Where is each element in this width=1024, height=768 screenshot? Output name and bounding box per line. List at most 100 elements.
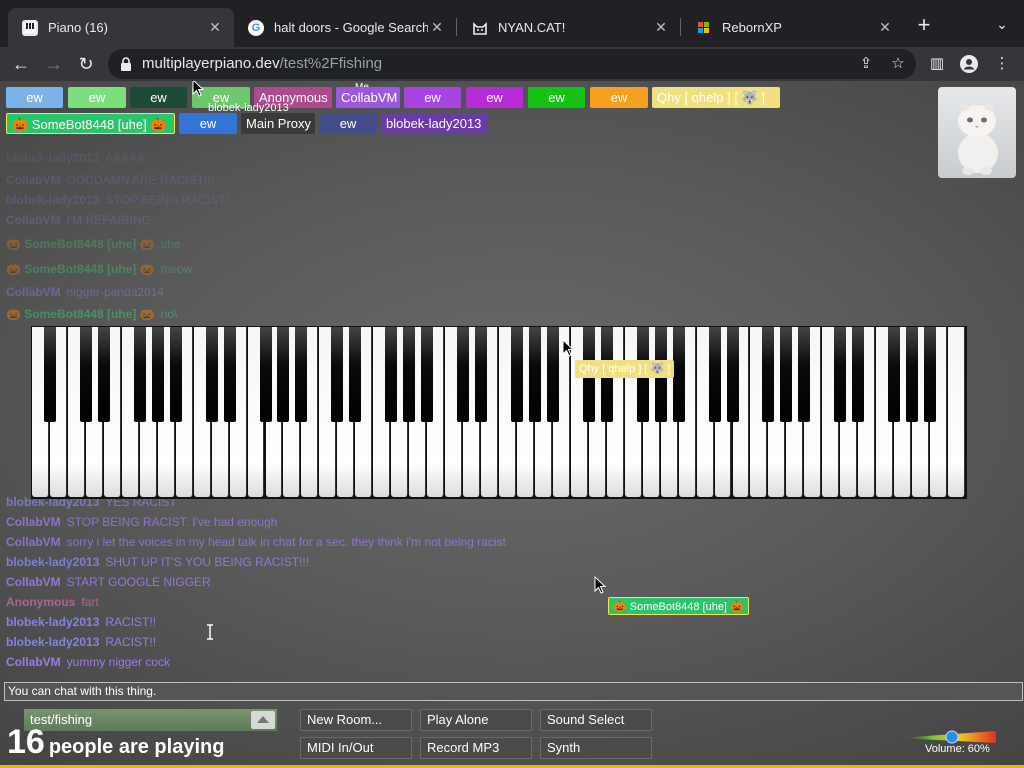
piano-keyboard[interactable]	[31, 326, 967, 499]
close-icon[interactable]: ✕	[652, 19, 670, 36]
chat-input[interactable]: You can chat with this thing.	[4, 682, 1023, 701]
black-key[interactable]	[726, 327, 739, 422]
cursor-name-tag: Qhy [ qhelp ] [ 🐺 ]	[575, 360, 675, 378]
user-pill[interactable]: ew	[590, 87, 648, 108]
player-count-text: people are playing	[48, 736, 225, 758]
chat-message: Anonymous fart	[6, 595, 99, 609]
black-key[interactable]	[133, 327, 146, 422]
windows-favicon	[696, 20, 712, 36]
sound-select-button[interactable]: Sound Select	[540, 709, 652, 731]
record-mp3-button[interactable]: Record MP3	[420, 737, 532, 759]
close-icon[interactable]: ✕	[876, 19, 894, 36]
user-pill[interactable]: ew	[6, 87, 63, 108]
black-key[interactable]	[780, 327, 793, 422]
black-key[interactable]	[475, 327, 488, 422]
side-panel-icon[interactable]: ▥	[924, 51, 950, 77]
reload-icon[interactable]: ↻	[73, 51, 99, 77]
black-key[interactable]	[331, 327, 344, 422]
black-key[interactable]	[43, 327, 56, 422]
black-key[interactable]	[672, 327, 685, 422]
google-favicon: G	[248, 19, 264, 36]
white-key[interactable]	[948, 327, 965, 497]
black-key[interactable]	[762, 327, 775, 422]
tab-nyancat[interactable]: NYAN.CAT! ✕	[458, 8, 680, 47]
user-pill[interactable]: ew	[466, 87, 523, 108]
black-key[interactable]	[834, 327, 847, 422]
user-pill[interactable]: ew	[319, 113, 377, 134]
browser-toolbar: ← → ↻ multiplayerpiano.dev/test%2Ffishin…	[0, 47, 1024, 81]
black-key[interactable]	[259, 327, 272, 422]
tab-piano[interactable]: Piano (16) ✕	[8, 8, 234, 47]
chat-message: blobek-lady2013 ĀĀĀĀĀ	[6, 151, 146, 165]
close-icon[interactable]: ✕	[428, 19, 446, 36]
black-key[interactable]	[169, 327, 182, 422]
cursor-name-tag: 🎃 SomeBot8448 [uhe] 🎃	[608, 597, 749, 615]
chevron-up-icon[interactable]	[251, 711, 275, 729]
kitten-image	[958, 99, 998, 175]
black-key[interactable]	[457, 327, 470, 422]
share-icon[interactable]: ⇪	[855, 53, 877, 75]
tab-rebornxp[interactable]: RebornXP ✕	[682, 8, 904, 47]
black-key[interactable]	[97, 327, 110, 422]
synth-button[interactable]: Synth	[540, 737, 652, 759]
black-key[interactable]	[888, 327, 901, 422]
black-key[interactable]	[385, 327, 398, 422]
chat-message: 🎃 SomeBot8448 [uhe] 🎃 uhe	[6, 237, 181, 251]
black-key[interactable]	[79, 327, 92, 422]
forward-icon[interactable]: →	[41, 51, 67, 77]
play-alone-button[interactable]: Play Alone	[420, 709, 532, 731]
black-key[interactable]	[510, 327, 523, 422]
black-key[interactable]	[349, 327, 362, 422]
browser-tab-strip: Piano (16) ✕ G halt doors - Google Searc…	[0, 0, 1024, 47]
black-key[interactable]	[708, 327, 721, 422]
user-pill[interactable]: blobek-lady2013	[381, 113, 488, 134]
black-key[interactable]	[421, 327, 434, 422]
chat-message: CollabVM yummy nigger cock	[6, 655, 171, 669]
star-icon[interactable]: ☆	[887, 53, 909, 75]
chat-message: blobek-lady2013 RACIST!!	[6, 635, 157, 649]
midi-button[interactable]: MIDI In/Out	[300, 737, 412, 759]
black-key[interactable]	[798, 327, 811, 422]
user-pill[interactable]: ew	[68, 87, 126, 108]
chevron-down-icon[interactable]: ⌄	[992, 16, 1012, 34]
chat-message: 🎃 SomeBot8448 [uhe] 🎃 meow	[6, 262, 193, 276]
user-pill[interactable]: ew	[404, 87, 461, 108]
black-key[interactable]	[924, 327, 937, 422]
kebab-menu-icon[interactable]: ⋮	[989, 51, 1015, 77]
black-key[interactable]	[546, 327, 559, 422]
lock-icon[interactable]	[120, 57, 132, 71]
black-key[interactable]	[223, 327, 236, 422]
black-key[interactable]	[852, 327, 865, 422]
black-key[interactable]	[205, 327, 218, 422]
black-key[interactable]	[151, 327, 164, 422]
user-pill[interactable]: ew	[130, 87, 187, 108]
chat-message: CollabVM GODDAMN ARE RACIST!!!	[6, 173, 215, 187]
black-key[interactable]	[906, 327, 919, 422]
new-room-button[interactable]: New Room...	[300, 709, 412, 731]
profile-icon[interactable]	[956, 51, 982, 77]
chat-message: 🎃 SomeBot8448 [uhe] 🎃 no\	[6, 307, 178, 321]
user-pill[interactable]: Main Proxy	[241, 113, 315, 134]
user-pill[interactable]: 🎃 SomeBot8448 [uhe] 🎃	[6, 113, 175, 134]
chat-message: CollabVM START GOOGLE NIGGER	[6, 575, 211, 589]
tab-separator	[680, 18, 681, 36]
user-pill[interactable]: Qhy [ qhelp ] [ 🐺 ]	[652, 87, 780, 108]
black-key[interactable]	[528, 327, 541, 422]
user-pill-self[interactable]: CollabVM	[336, 87, 400, 108]
tab-google[interactable]: G halt doors - Google Search ✕	[234, 8, 456, 47]
close-icon[interactable]: ✕	[206, 19, 224, 36]
black-key[interactable]	[295, 327, 308, 422]
chat-message: CollabVM STOP BEING RACIST. I've had enou…	[6, 515, 278, 529]
user-pill[interactable]: ew	[179, 113, 237, 134]
tab-separator	[456, 18, 457, 36]
address-bar[interactable]: multiplayerpiano.dev/test%2Ffishing ⇪ ☆	[108, 49, 916, 79]
cat-favicon	[472, 20, 488, 36]
mouse-cursor-icon	[594, 576, 606, 594]
black-key[interactable]	[277, 327, 290, 422]
new-tab-button[interactable]: +	[912, 14, 936, 38]
user-pill[interactable]: ew	[528, 87, 585, 108]
black-key[interactable]	[403, 327, 416, 422]
back-icon[interactable]: ←	[8, 51, 34, 77]
volume-knob[interactable]	[945, 730, 959, 744]
tab-title: NYAN.CAT!	[498, 20, 566, 35]
